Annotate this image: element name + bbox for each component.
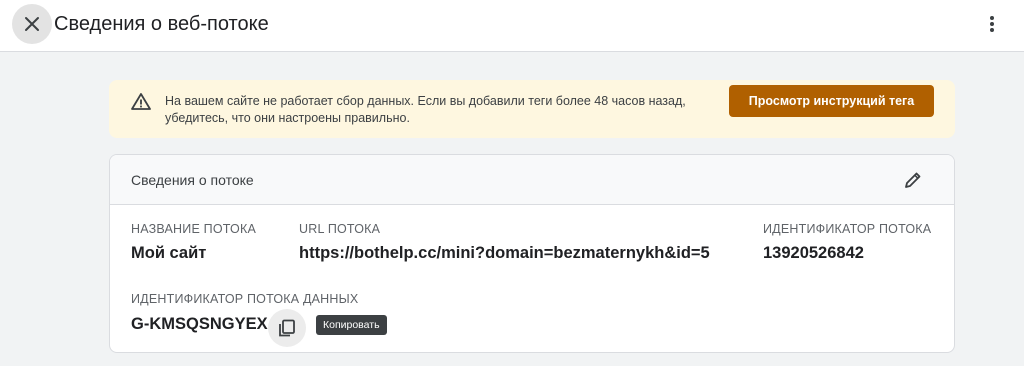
close-button[interactable] <box>12 4 52 44</box>
measurement-id-value: G-KMSQSNGYEX <box>131 315 268 333</box>
stream-id-label: ИДЕНТИФИКАТОР ПОТОКА <box>763 222 932 236</box>
copy-button[interactable] <box>268 309 306 347</box>
more-options-button[interactable] <box>978 10 1006 38</box>
banner-message-line2: убедитесь, что они настроены правильно. <box>165 111 410 125</box>
stream-name-value: Мой сайт <box>131 244 207 262</box>
stream-url-value: https://bothelp.cc/mini?domain=bezmatern… <box>299 244 710 262</box>
copy-icon <box>279 319 295 337</box>
close-icon <box>25 17 39 31</box>
top-bar: Сведения о веб-потоке <box>0 0 1024 52</box>
card-title: Сведения о потоке <box>131 172 254 188</box>
banner-message: На вашем сайте не работает сбор данных. … <box>165 93 725 127</box>
more-vert-icon <box>990 16 994 32</box>
stream-details-card: Сведения о потоке НАЗВАНИЕ ПОТОКА Мой са… <box>109 154 955 353</box>
measurement-id-label: ИДЕНТИФИКАТОР ПОТОКА ДАННЫХ <box>131 292 359 306</box>
warning-icon <box>131 93 151 110</box>
card-header: Сведения о потоке <box>110 155 954 205</box>
edit-button[interactable] <box>902 169 924 191</box>
page-title: Сведения о веб-потоке <box>54 13 269 35</box>
copy-tooltip: Копировать <box>316 315 387 335</box>
stream-url-label: URL ПОТОКА <box>299 222 381 236</box>
banner-message-line1: На вашем сайте не работает сбор данных. … <box>165 94 686 108</box>
view-tag-instructions-button[interactable]: Просмотр инструкций тега <box>729 85 934 117</box>
pencil-icon <box>905 172 921 188</box>
warning-banner: На вашем сайте не работает сбор данных. … <box>109 80 955 138</box>
stream-name-label: НАЗВАНИЕ ПОТОКА <box>131 222 256 236</box>
stream-id-value: 13920526842 <box>763 244 864 262</box>
